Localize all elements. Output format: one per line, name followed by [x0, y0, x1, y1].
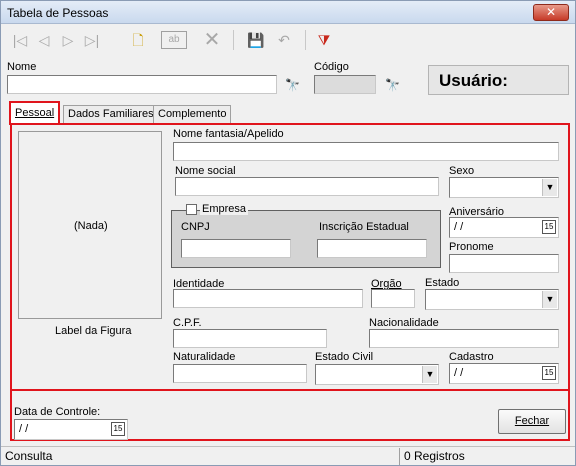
- naturalidade-label: Naturalidade: [173, 351, 236, 363]
- tab-label: Pessoal: [15, 107, 55, 119]
- edit-record-icon[interactable]: ab: [161, 31, 187, 49]
- sexo-label: Sexo: [449, 165, 475, 177]
- data-controle-date[interactable]: / / 15: [14, 419, 128, 440]
- codigo-input[interactable]: [314, 75, 376, 94]
- toolbar-separator: [305, 30, 306, 50]
- fechar-label: Fechar: [514, 415, 550, 427]
- nome-input[interactable]: [7, 75, 277, 94]
- identidade-input[interactable]: [173, 289, 363, 308]
- dropdown-arrow-icon[interactable]: ▼: [542, 179, 557, 196]
- main-window: Tabela de Pessoas ✕ |◁ ◁ ▷ ▷| 🗋 ab ✕ 💾 ↶…: [0, 0, 576, 466]
- estado-civil-label: Estado Civil: [315, 351, 374, 363]
- codigo-search-icon[interactable]: 🔭: [385, 78, 400, 92]
- orgao-input[interactable]: [371, 289, 415, 308]
- estado-civil-select[interactable]: ▼: [315, 364, 439, 385]
- filter-icon[interactable]: ⧩: [313, 29, 335, 51]
- nome-fantasia-label: Nome fantasia/Apelido: [173, 128, 284, 140]
- undo-icon[interactable]: ↶: [273, 29, 295, 51]
- tab-complemento[interactable]: Complemento: [153, 105, 232, 123]
- window-title: Tabela de Pessoas: [7, 6, 109, 20]
- fechar-button[interactable]: Fechar: [498, 409, 566, 434]
- calendar-icon[interactable]: 15: [111, 422, 125, 436]
- photo-caption: Label da Figura: [55, 325, 132, 337]
- delete-record-icon[interactable]: ✕: [201, 29, 223, 51]
- status-records: 0 Registros: [404, 449, 465, 463]
- status-bar: Consulta 0 Registros: [1, 446, 575, 465]
- nome-fantasia-input[interactable]: [173, 142, 559, 161]
- estado-select[interactable]: ▼: [425, 289, 559, 310]
- tab-dados-familiares[interactable]: Dados Familiares: [63, 105, 159, 123]
- inscricao-input[interactable]: [317, 239, 427, 258]
- estado-label: Estado: [425, 277, 460, 289]
- calendar-icon[interactable]: 15: [542, 220, 556, 234]
- tab-pessoal[interactable]: Pessoal: [9, 101, 61, 125]
- cnpj-label: CNPJ: [181, 221, 210, 233]
- nome-social-label: Nome social: [175, 165, 236, 177]
- empresa-checkbox[interactable]: [186, 204, 197, 215]
- data-controle-label: Data de Controle:: [14, 406, 101, 418]
- cnpj-input[interactable]: [181, 239, 291, 258]
- last-record-icon[interactable]: ▷|: [81, 29, 103, 51]
- photo-placeholder: (Nada): [74, 220, 108, 232]
- previous-record-icon[interactable]: ◁: [33, 29, 55, 51]
- naturalidade-input[interactable]: [173, 364, 307, 383]
- codigo-label: Código: [314, 61, 349, 73]
- cadastro-date[interactable]: / / 15: [449, 363, 559, 384]
- cpf-input[interactable]: [173, 329, 327, 348]
- panel-divider: [12, 389, 568, 391]
- nome-social-input[interactable]: [175, 177, 439, 196]
- first-record-icon[interactable]: |◁: [9, 29, 31, 51]
- nome-search-icon[interactable]: 🔭: [285, 78, 300, 92]
- aniversario-value: / /: [454, 221, 464, 233]
- new-record-icon[interactable]: 🗋: [127, 29, 149, 51]
- title-bar: Tabela de Pessoas ✕: [1, 1, 575, 24]
- status-mode: Consulta: [5, 449, 53, 463]
- nacionalidade-input[interactable]: [369, 329, 559, 348]
- cadastro-label: Cadastro: [449, 351, 494, 363]
- nacionalidade-label: Nacionalidade: [369, 317, 439, 329]
- status-divider: [399, 448, 400, 465]
- cpf-label: C.P.F.: [173, 317, 202, 329]
- toolbar: |◁ ◁ ▷ ▷| 🗋 ab ✕ 💾 ↶ ⧩: [1, 25, 575, 55]
- sexo-select[interactable]: ▼: [449, 177, 559, 198]
- aniversario-date[interactable]: / / 15: [449, 217, 559, 238]
- next-record-icon[interactable]: ▷: [57, 29, 79, 51]
- save-icon[interactable]: 💾: [245, 29, 267, 51]
- pronome-label: Pronome: [449, 241, 494, 253]
- empresa-label: Empresa: [200, 203, 249, 215]
- calendar-icon[interactable]: 15: [542, 366, 556, 380]
- toolbar-separator: [233, 30, 234, 50]
- data-controle-value: / /: [19, 423, 29, 435]
- inscricao-label: Inscrição Estadual: [319, 221, 409, 233]
- close-button[interactable]: ✕: [533, 4, 569, 21]
- usuario-box: Usuário:: [428, 65, 569, 95]
- dropdown-arrow-icon[interactable]: ▼: [542, 291, 557, 308]
- dropdown-arrow-icon[interactable]: ▼: [422, 366, 437, 383]
- nome-label: Nome: [7, 61, 37, 73]
- pronome-input[interactable]: [449, 254, 559, 273]
- cadastro-value: / /: [454, 367, 464, 379]
